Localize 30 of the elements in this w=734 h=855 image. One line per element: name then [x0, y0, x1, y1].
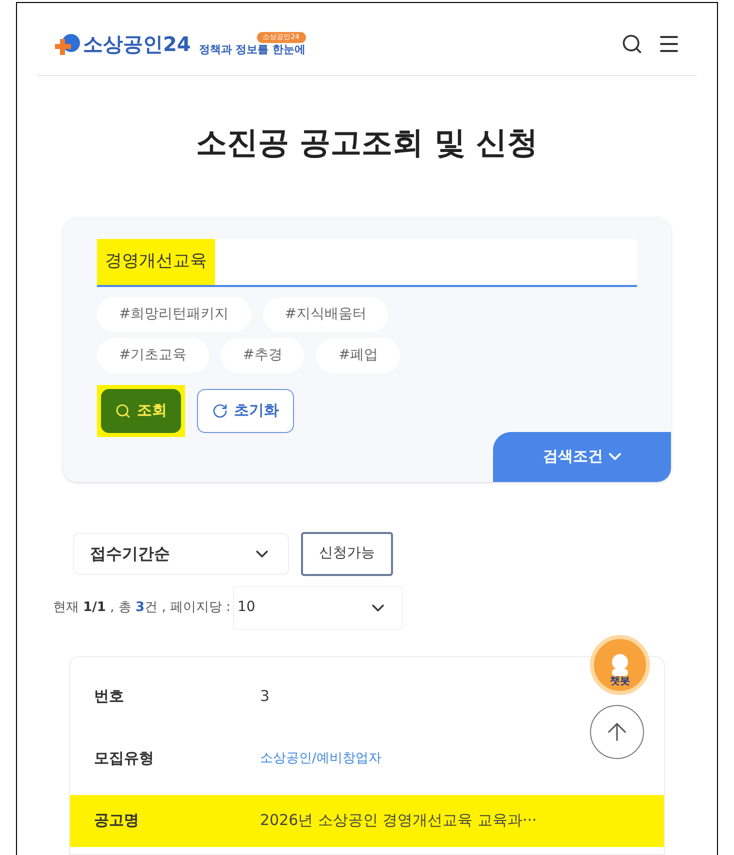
hashtag[interactable]: #추경	[220, 338, 304, 372]
reset-button[interactable]: 초기화	[197, 388, 294, 432]
hashtag[interactable]: #희망리턴패키지	[97, 296, 251, 332]
search-icon	[115, 402, 131, 418]
refresh-icon	[212, 402, 228, 418]
row-label: 공고명	[94, 810, 140, 832]
hashtag[interactable]: #기초교육	[97, 338, 209, 372]
row-label: 모집유형	[94, 748, 155, 770]
tagline: 정책과 정보를 한눈에	[198, 42, 306, 56]
scroll-top-button[interactable]	[590, 704, 644, 758]
sort-select[interactable]: 접수기간순	[73, 532, 289, 574]
search-button[interactable]: 조회	[101, 388, 181, 432]
hashtag[interactable]: #폐업	[316, 338, 400, 372]
hashtag[interactable]: #지식배움터	[262, 296, 388, 332]
row-value: 3	[260, 686, 270, 708]
search-field[interactable]: 경영개선교육	[97, 238, 637, 286]
page-title: 소진공 공고조회 및 신청	[194, 124, 540, 163]
per-page-select[interactable]: 10	[232, 586, 402, 630]
logo-text: 소상공인24	[83, 31, 191, 58]
filter-button[interactable]: 신청가능	[301, 532, 393, 576]
row-value: 2026년 소상공인 경영개선교육 교육과···	[260, 810, 537, 832]
row-value[interactable]: 소상공인/예비창업자	[260, 748, 382, 768]
chatbot-label: 챗봇	[610, 676, 630, 686]
search-conditions-tab[interactable]: 검색조건	[493, 432, 671, 482]
row-label: 번호	[94, 686, 125, 708]
chatbot-button[interactable]: 챗봇	[590, 634, 650, 694]
chevron-down-icon	[609, 452, 621, 460]
logo-icon	[53, 32, 83, 56]
result-count: 현재 1/1 , 총 3건 , 페이지당 :	[53, 598, 230, 617]
search-icon[interactable]	[621, 33, 643, 55]
